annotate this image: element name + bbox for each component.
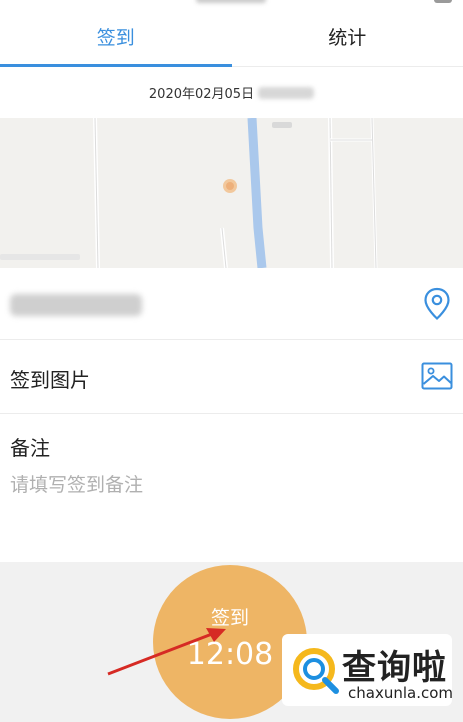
photo-row[interactable]: 签到图片: [0, 340, 463, 414]
weekday-blurred: [258, 86, 315, 99]
tab-bar: 签到 统计: [0, 6, 463, 67]
status-bar-indicator: [434, 0, 452, 3]
checkin-screen: 签到 统计 2020年02月05日 签到图片 备注 请填写签到备注 签到 12:…: [0, 0, 463, 722]
watermark-url: chaxunla.com: [348, 684, 453, 702]
location-map[interactable]: [0, 118, 463, 268]
remark-input[interactable]: [10, 470, 450, 500]
date-text: 2020年02月05日: [148, 87, 255, 102]
remark-title: 备注: [10, 436, 50, 460]
photo-row-label: 签到图片: [10, 368, 90, 392]
watermark-brand: 查询啦: [342, 648, 447, 688]
location-pin-icon[interactable]: [423, 287, 451, 321]
remark-section: 备注: [0, 414, 463, 562]
location-row[interactable]: [0, 268, 463, 340]
watermark: 查询啦 chaxunla.com: [282, 634, 453, 706]
tab-checkin[interactable]: 签到: [0, 6, 232, 67]
date-row: 2020年02月05日: [0, 67, 463, 118]
address-blurred: [10, 294, 142, 316]
tab-statistics[interactable]: 统计: [232, 6, 463, 66]
map-graphic: [0, 118, 463, 268]
status-bar-carrier: [196, 0, 266, 3]
image-icon[interactable]: [421, 362, 453, 390]
arrow-annotation: [107, 628, 226, 676]
chaxunla-logo: [293, 648, 339, 694]
